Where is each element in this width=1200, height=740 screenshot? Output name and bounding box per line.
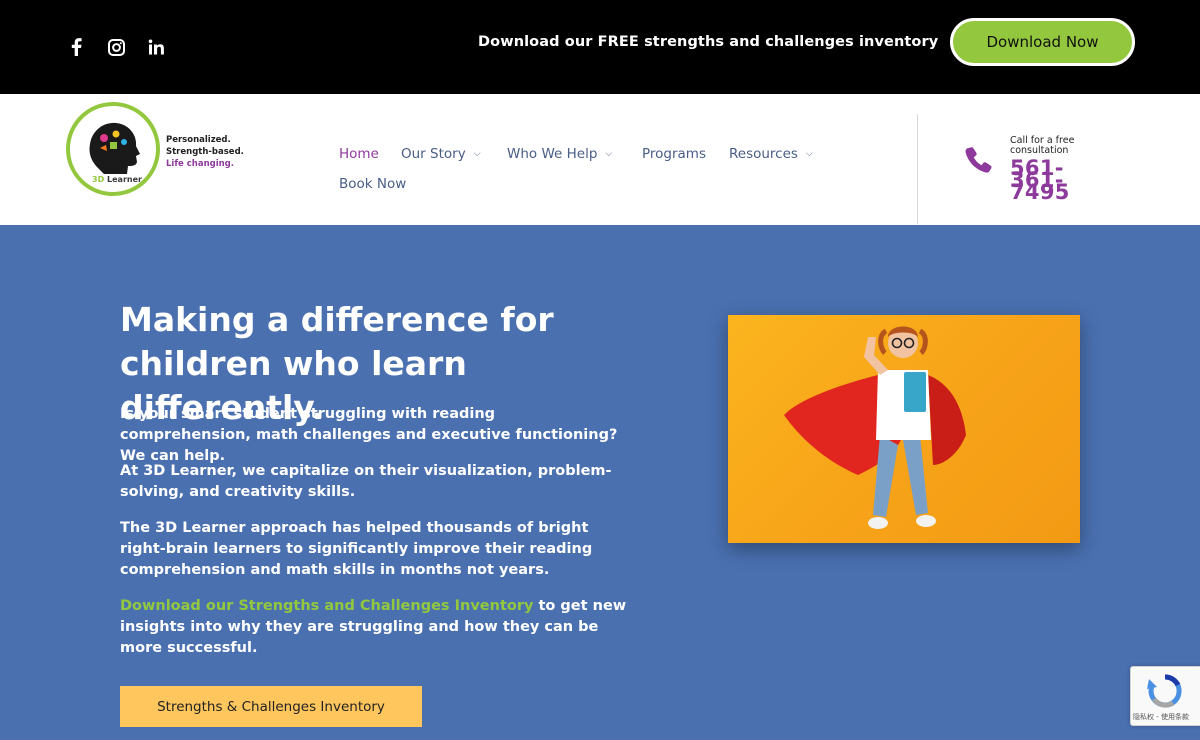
hero-paragraph-4: Download our Strengths and Challenges In… <box>120 596 630 659</box>
nav-programs[interactable]: Programs <box>642 146 706 162</box>
recaptcha-text[interactable]: 隐私权 - 使用条款 <box>1133 712 1189 722</box>
nav-our-story-label: Our Story <box>401 146 466 162</box>
logo-wordmark: 3D Learner <box>92 175 142 184</box>
top-bar: Download our FREE strengths and challeng… <box>0 0 1200 94</box>
chevron-down-icon: ⌵ <box>805 149 813 159</box>
nav-who-we-help-label: Who We Help <box>507 146 598 162</box>
nav-resources[interactable]: Resources ⌵ <box>729 146 813 162</box>
logo-badge: 3D Learner <box>66 102 160 196</box>
logo-tagline-3: Life changing. <box>166 159 234 169</box>
nav-book-now[interactable]: Book Now <box>339 176 406 192</box>
logo-tagline-1: Personalized. <box>166 135 231 145</box>
hero-image <box>728 315 1080 543</box>
call-label: Call for a free consultation <box>1010 135 1075 156</box>
instagram-icon[interactable] <box>105 36 127 58</box>
nav-programs-label: Programs <box>642 146 706 162</box>
phone-icon[interactable] <box>962 144 994 176</box>
recaptcha-icon <box>1147 674 1182 708</box>
nav-our-story[interactable]: Our Story ⌵ <box>401 146 481 162</box>
chevron-down-icon: ⌵ <box>473 149 481 159</box>
download-now-button[interactable]: Download Now <box>950 18 1135 66</box>
hero-paragraph-3: The 3D Learner approach has helped thous… <box>120 520 593 578</box>
promo-text: Download our FREE strengths and challeng… <box>478 34 939 50</box>
header-divider <box>917 114 918 224</box>
strengths-challenges-button[interactable]: Strengths & Challenges Inventory <box>120 686 422 727</box>
logo-tagline-2: Strength-based. <box>166 147 244 157</box>
facebook-icon[interactable] <box>65 36 87 58</box>
site-header: 3D Learner Personalized. Strength-based.… <box>0 94 1200 225</box>
nav-home[interactable]: Home <box>339 146 379 162</box>
superhero-girl-illustration <box>784 326 966 529</box>
nav-home-label: Home <box>339 146 379 162</box>
inventory-link[interactable]: Download our Strengths and Challenges In… <box>120 598 533 614</box>
nav-who-we-help[interactable]: Who We Help ⌵ <box>507 146 612 162</box>
linkedin-icon[interactable] <box>145 36 167 58</box>
nav-book-now-label: Book Now <box>339 176 407 192</box>
recaptcha-badge[interactable]: 隐私权 - 使用条款 <box>1130 666 1200 726</box>
logo[interactable]: 3D Learner Personalized. Strength-based.… <box>66 102 246 196</box>
phone-number[interactable]: 561-361-7495 <box>1010 158 1110 203</box>
chevron-down-icon: ⌵ <box>605 149 613 159</box>
hero-paragraph-1: Is your smart student struggling with re… <box>120 406 618 464</box>
nav-resources-label: Resources <box>729 146 798 162</box>
hero-paragraph-2: At 3D Learner, we capitalize on their vi… <box>120 463 612 500</box>
